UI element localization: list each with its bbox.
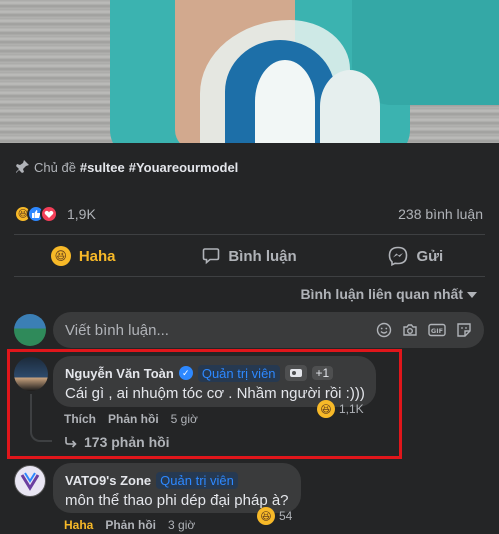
reply-arrow-icon — [65, 437, 77, 448]
like-button[interactable]: Thích — [64, 412, 96, 426]
comment-author-line: Nguyễn Văn Toàn ✓ Quản trị viên +1 — [65, 364, 364, 382]
comment-icon — [203, 248, 220, 265]
reactions-summary[interactable]: 😆 1,9K — [14, 204, 96, 224]
comment-author[interactable]: VATO9's Zone — [65, 473, 151, 488]
comment-reaction-count: 1,1K — [339, 402, 364, 416]
commenter-avatar[interactable] — [14, 465, 46, 497]
pin-icon — [16, 160, 29, 173]
view-replies-link[interactable]: 173 phản hồi — [64, 434, 170, 450]
caret-down-icon[interactable] — [467, 292, 477, 298]
comment-reactions[interactable]: 😆 54 — [257, 507, 292, 525]
topic-row: Chủ đề #sultee #Youareourmodel — [14, 157, 242, 177]
comment-author[interactable]: Nguyễn Văn Toàn — [65, 366, 174, 381]
comment-input[interactable]: Viết bình luận... — [65, 322, 376, 339]
current-user-avatar[interactable] — [14, 314, 46, 346]
photo-print-foam — [255, 60, 315, 143]
action-bar: 😆 Haha Bình luận Gửi — [0, 238, 499, 274]
replies-count: 173 phản hồi — [84, 434, 170, 450]
reply-thread-line — [30, 394, 52, 442]
role-badge: Quản trị viên — [197, 364, 280, 382]
haha-button[interactable]: 😆 Haha — [0, 238, 166, 274]
badge-icon — [284, 365, 307, 381]
comment-author-line: VATO9's Zone Quản trị viên — [65, 471, 289, 489]
sticker-icon[interactable] — [456, 322, 472, 338]
comment-meta: Haha Phản hồi 3 giờ — [64, 518, 195, 532]
vato9-logo-icon — [20, 472, 40, 491]
comment-sort-dropdown[interactable]: Bình luận liên quan nhất — [300, 286, 463, 302]
reaction-count: 1,9K — [67, 206, 96, 222]
post-photo[interactable] — [0, 0, 499, 143]
reply-button[interactable]: Phản hồi — [108, 412, 159, 426]
send-button[interactable]: Gửi — [333, 238, 499, 274]
divider — [14, 276, 485, 277]
role-badge: Quản trị viên — [156, 471, 238, 489]
comment-bubble: VATO9's Zone Quản trị viên môn thể thao … — [53, 463, 301, 513]
comment-composer[interactable]: Viết bình luận... GIF — [53, 312, 484, 348]
haha-reaction-button[interactable]: Haha — [64, 518, 93, 532]
comment-time[interactable]: 5 giờ — [171, 412, 198, 426]
comment-meta: Thích Phản hồi 5 giờ — [64, 412, 198, 426]
messenger-icon — [389, 246, 408, 266]
extra-badges-count[interactable]: +1 — [311, 366, 334, 380]
comment-label: Bình luận — [228, 247, 297, 265]
comment-text: môn thể thao phi dép đại pháp à? — [65, 492, 289, 509]
comment-reaction-count: 54 — [279, 509, 293, 523]
haha-icon: 😆 — [50, 246, 71, 266]
send-label: Gửi — [416, 247, 444, 265]
comment-button[interactable]: Bình luận — [166, 238, 332, 274]
hashtag-link[interactable]: #sultee — [80, 160, 125, 175]
comment-count-link[interactable]: 238 bình luận — [398, 206, 483, 222]
haha-icon: 😆 — [257, 507, 275, 525]
composer-tools: GIF — [376, 322, 484, 338]
emoji-icon[interactable] — [376, 322, 392, 338]
photo-print-foam-2 — [320, 70, 380, 143]
comment-reactions[interactable]: 😆 1,1K — [317, 400, 364, 418]
camera-icon[interactable] — [402, 322, 418, 338]
verified-badge-icon: ✓ — [178, 366, 193, 380]
commenter-avatar[interactable] — [14, 357, 48, 391]
love-icon — [40, 205, 58, 223]
comment-time[interactable]: 3 giờ — [168, 518, 195, 532]
hashtag-link[interactable]: #Youareourmodel — [129, 160, 239, 175]
haha-label: Haha — [78, 247, 116, 265]
svg-text:GIF: GIF — [431, 327, 443, 335]
divider — [14, 234, 485, 235]
gif-icon[interactable]: GIF — [428, 322, 446, 338]
topic-label: Chủ đề — [34, 159, 76, 175]
reply-button[interactable]: Phản hồi — [105, 518, 156, 532]
haha-icon: 😆 — [317, 400, 335, 418]
